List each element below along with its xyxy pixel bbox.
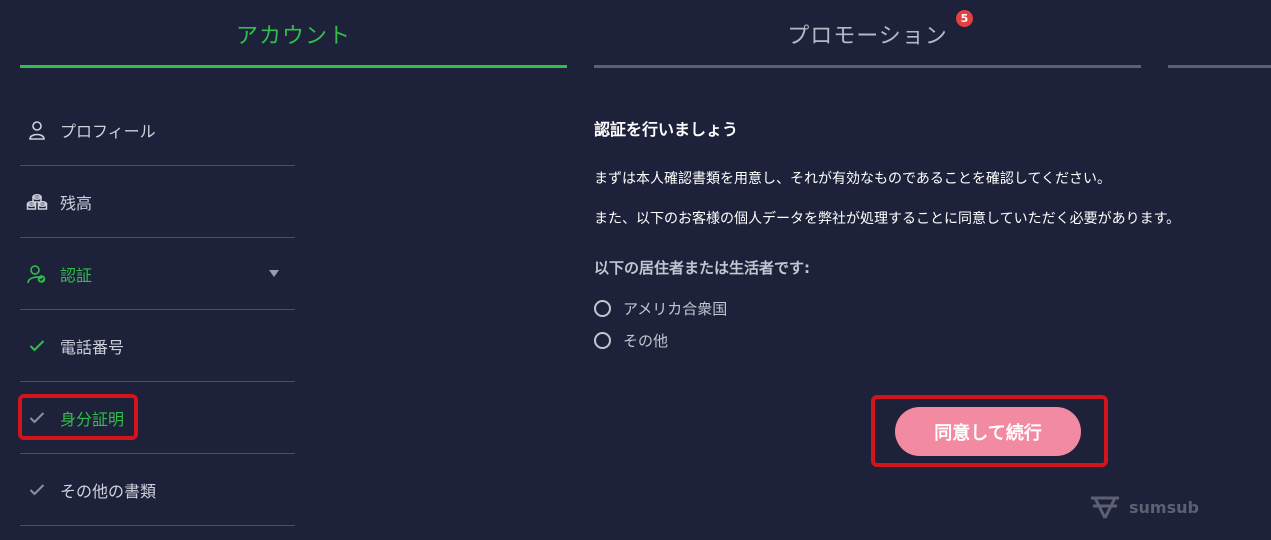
promotion-count-badge: 5 bbox=[956, 10, 973, 27]
user-check-icon bbox=[24, 263, 50, 285]
page-title: 認証を行いましょう bbox=[594, 120, 739, 139]
sumsub-logo-icon bbox=[1091, 496, 1119, 519]
check-icon bbox=[24, 479, 50, 501]
sidebar-item-label: 身分証明 bbox=[60, 409, 125, 429]
brand-name: sumsub bbox=[1129, 497, 1199, 517]
sidebar-item-other-documents[interactable]: その他の書類 bbox=[20, 454, 295, 526]
check-icon bbox=[24, 407, 50, 429]
sidebar-item-label: 認証 bbox=[60, 265, 93, 285]
verification-panel: 認証を行いましょう まずは本人確認書類を用意し、それが有効なものであることを確認… bbox=[594, 110, 1254, 350]
radio-label: アメリカ合衆国 bbox=[623, 300, 728, 318]
radio-option-usa[interactable]: アメリカ合衆国 bbox=[594, 298, 727, 319]
sidebar-item-balance[interactable]: 残高 bbox=[20, 166, 295, 238]
sidebar-item-label: その他の書類 bbox=[60, 481, 157, 501]
sidebar-item-identity[interactable]: 身分証明 bbox=[18, 382, 295, 454]
sumsub-logo: sumsub bbox=[1087, 494, 1199, 520]
residence-question: 以下の居住者または生活者です: bbox=[594, 259, 811, 277]
tab-promotion[interactable]: プロモーション bbox=[594, 0, 1141, 68]
radio-button[interactable] bbox=[594, 300, 611, 317]
check-icon bbox=[24, 335, 50, 357]
radio-option-other[interactable]: その他 bbox=[594, 330, 668, 351]
sidebar: プロフィール 残高 認証 電話番号 身分証明 その他の書類 bbox=[18, 94, 295, 526]
tab-indicator bbox=[1168, 65, 1271, 68]
radio-button[interactable] bbox=[594, 332, 611, 349]
sidebar-item-phone[interactable]: 電話番号 bbox=[20, 310, 295, 382]
sidebar-item-verification[interactable]: 認証 bbox=[20, 238, 295, 310]
tab-indicator bbox=[594, 65, 1141, 68]
chevron-down-icon[interactable] bbox=[269, 270, 279, 277]
tab-account[interactable]: アカウント bbox=[20, 0, 567, 68]
consent-text: また、以下のお客様の個人データを弊社が処理することに同意していただく必要がありま… bbox=[594, 211, 1181, 227]
app-root: アカウント プロモーション 5 プロフィール 残高 認証 電話番号 身分証明 そ… bbox=[0, 0, 1271, 540]
sidebar-item-profile[interactable]: プロフィール bbox=[20, 94, 295, 166]
sidebar-item-label: プロフィール bbox=[60, 121, 156, 141]
tab-promotion-label: プロモーション bbox=[787, 24, 948, 49]
sidebar-item-label: 残高 bbox=[60, 193, 93, 213]
tab-account-label: アカウント bbox=[235, 24, 351, 49]
instruction-text: まずは本人確認書類を用意し、それが有効なものであることを確認してください。 bbox=[594, 171, 1112, 187]
coins-icon bbox=[24, 191, 50, 213]
radio-label: その他 bbox=[623, 332, 669, 350]
user-icon bbox=[24, 119, 50, 141]
agree-continue-button[interactable]: 同意して続行 bbox=[895, 407, 1081, 456]
tab-active-indicator bbox=[20, 65, 567, 68]
tab-more[interactable] bbox=[1168, 0, 1271, 68]
sidebar-item-label: 電話番号 bbox=[60, 337, 125, 357]
